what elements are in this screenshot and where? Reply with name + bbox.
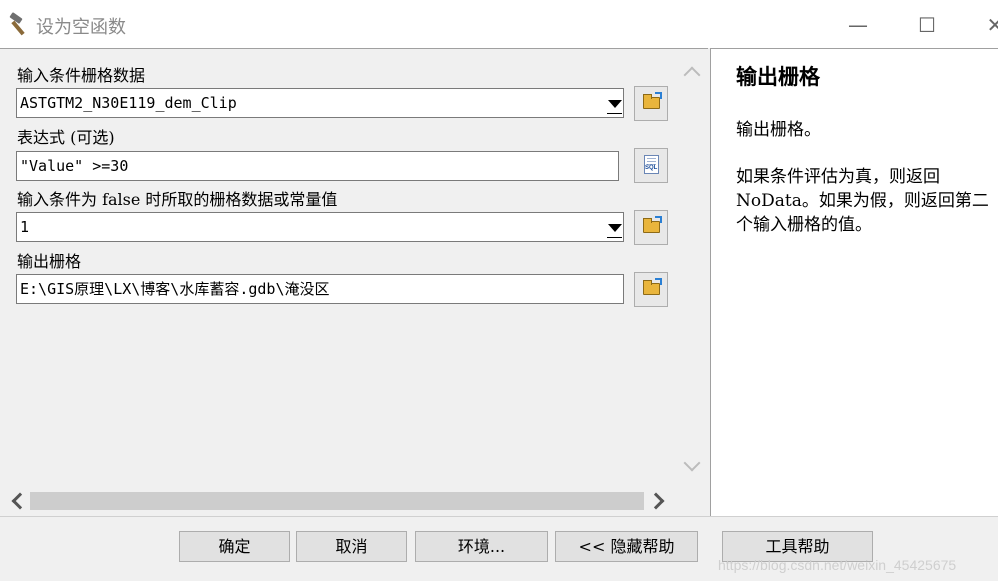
horizontal-scrollbar[interactable] <box>0 490 680 512</box>
expression-input[interactable]: "Value" >=30 <box>16 151 619 181</box>
chevron-right-icon[interactable] <box>647 492 665 510</box>
chevron-down-icon[interactable] <box>605 89 623 117</box>
help-title: 输出栅格 <box>736 64 820 89</box>
close-button[interactable]: ✕ <box>980 10 998 40</box>
sql-icon-text: SQL <box>645 165 658 171</box>
folder-icon <box>643 280 660 295</box>
minimize-button[interactable]: — <box>843 10 873 40</box>
maximize-button[interactable]: ☐ <box>912 10 942 40</box>
expression-label: 表达式 (可选) <box>17 128 115 147</box>
folder-icon <box>643 218 660 233</box>
output-raster-value: E:\GIS原理\LX\博客\水库蓄容.gdb\淹没区 <box>20 280 330 298</box>
input-condition-raster-dropdown[interactable]: ASTGTM2_N30E119_dem_Clip <box>16 88 624 118</box>
browse-input-condition-button[interactable] <box>634 86 668 121</box>
help-panel: 输出栅格 输出栅格。 如果条件评估为真，则返回 NoData。如果为假，则返回第… <box>710 48 998 516</box>
cancel-button[interactable]: 取消 <box>296 531 407 562</box>
output-raster-label: 输出栅格 <box>17 252 82 271</box>
output-raster-input[interactable]: E:\GIS原理\LX\博客\水库蓄容.gdb\淹没区 <box>16 274 624 304</box>
hide-help-button[interactable]: << 隐藏帮助 <box>555 531 698 562</box>
chevron-left-icon[interactable] <box>11 492 29 510</box>
scroll-up-button[interactable] <box>681 63 703 84</box>
watermark-text: https://blog.csdn.net/weixin_45425675 <box>718 557 957 573</box>
folder-icon <box>643 94 660 109</box>
false-raster-label: 输入条件为 false 时所取的栅格数据或常量值 <box>17 190 338 209</box>
chevron-up-icon <box>683 66 701 84</box>
chevron-down-icon[interactable] <box>605 213 623 241</box>
scroll-down-button[interactable] <box>681 454 703 475</box>
chevron-down-icon <box>683 454 701 472</box>
help-paragraph-1: 输出栅格。 <box>736 120 821 140</box>
sql-query-builder-button[interactable]: SQL <box>634 148 668 183</box>
window-title: 设为空函数 <box>36 17 126 38</box>
parameters-panel: 输入条件栅格数据 ASTGTM2_N30E119_dem_Clip 表达式 (可… <box>0 48 708 516</box>
false-raster-dropdown[interactable]: 1 <box>16 212 624 242</box>
browse-output-raster-button[interactable] <box>634 272 668 307</box>
sql-icon: SQL <box>644 155 659 174</box>
help-paragraph-2: 如果条件评估为真，则返回 NoData。如果为假，则返回第二个输入栅格的值。 <box>736 167 989 235</box>
title-bar: 设为空函数 — ☐ ✕ <box>0 0 998 48</box>
input-condition-raster-label: 输入条件栅格数据 <box>17 66 146 85</box>
environments-button[interactable]: 环境... <box>415 531 548 562</box>
input-condition-raster-value: ASTGTM2_N30E119_dem_Clip <box>20 94 237 112</box>
scrollbar-thumb[interactable] <box>30 492 644 510</box>
false-raster-value: 1 <box>20 218 30 236</box>
ok-button[interactable]: 确定 <box>179 531 290 562</box>
hammer-icon <box>9 12 25 36</box>
expression-value: "Value" >=30 <box>20 157 129 175</box>
browse-false-raster-button[interactable] <box>634 210 668 245</box>
